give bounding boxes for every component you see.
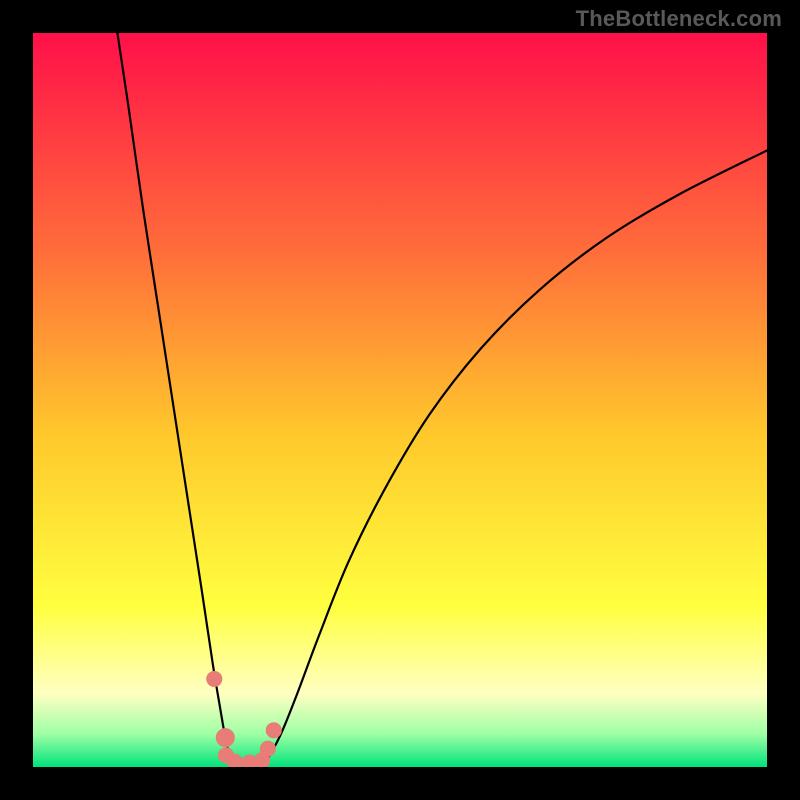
data-marker	[206, 671, 222, 687]
data-markers	[206, 671, 282, 767]
bottleneck-curve	[117, 33, 767, 764]
chart-stage: TheBottleneck.com	[0, 0, 800, 800]
curve-layer	[33, 33, 767, 767]
data-marker	[216, 728, 235, 747]
plot-area	[33, 33, 767, 767]
data-marker	[260, 741, 276, 757]
watermark-text: TheBottleneck.com	[576, 6, 782, 32]
data-marker	[266, 722, 282, 738]
